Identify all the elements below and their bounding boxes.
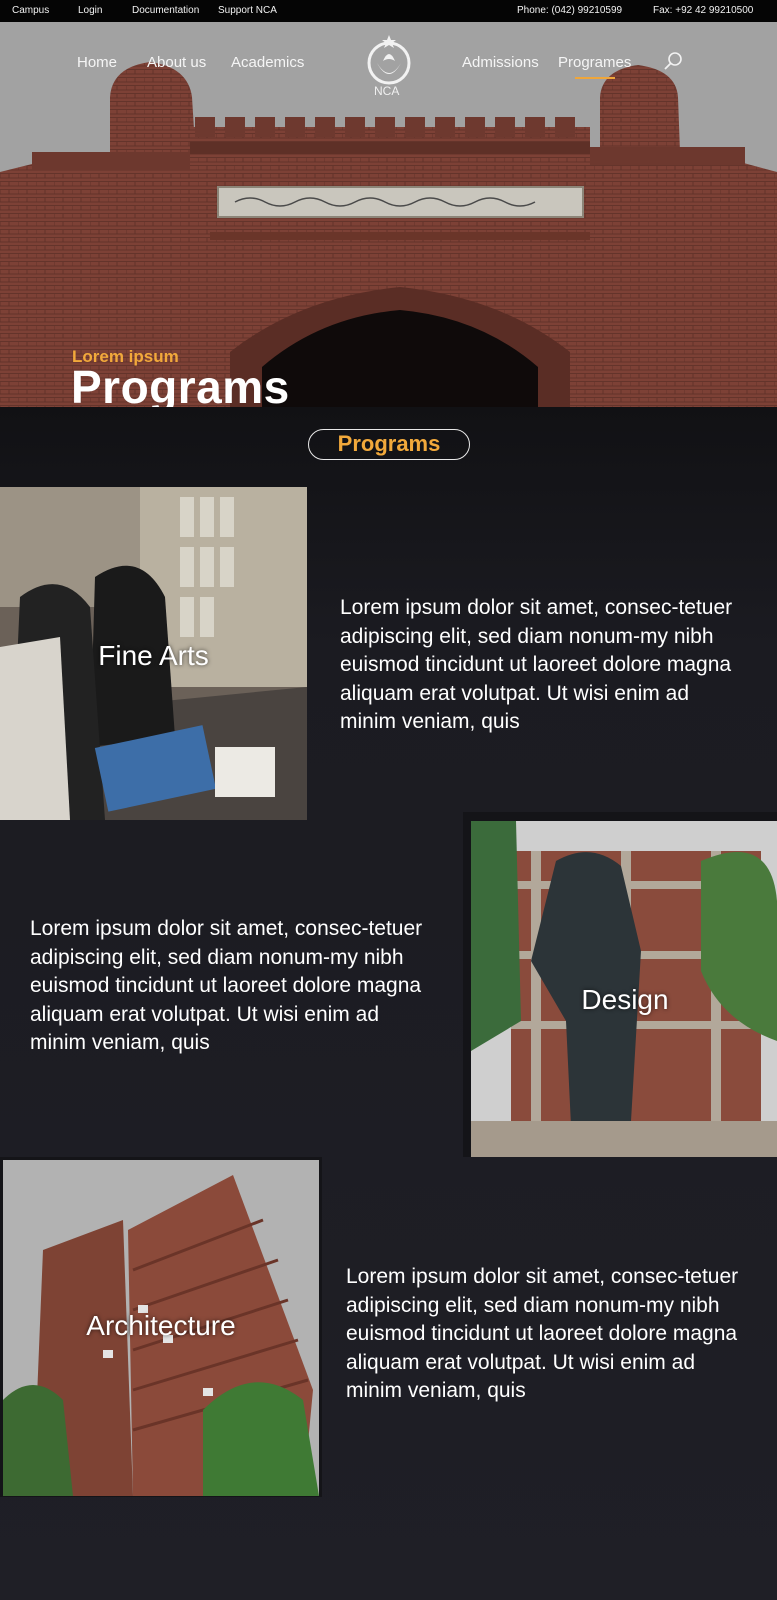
fine-arts-label: Fine Arts [98, 640, 209, 671]
program-card-design[interactable]: Design [463, 812, 777, 1157]
search-icon[interactable] [662, 50, 684, 72]
architecture-description: Lorem ipsum dolor sit amet, consec-tetue… [346, 1265, 739, 1402]
programs-heading-pill: Programs [308, 429, 470, 460]
logo-text: NCA [374, 84, 400, 98]
documentation-link[interactable]: Documentation [132, 5, 199, 16]
nav-about-us[interactable]: About us [147, 54, 206, 71]
nav-admissions[interactable]: Admissions [462, 54, 539, 71]
hero-banner: Home About us Academics Admissions Progr… [0, 22, 777, 407]
top-utility-bar: Campus Login Documentation Support NCA P… [0, 0, 777, 22]
fine-arts-description: Lorem ipsum dolor sit amet, consec-tetue… [340, 596, 733, 733]
design-description: Lorem ipsum dolor sit amet, consec-tetue… [30, 917, 423, 1054]
nav-programes[interactable]: Programes [558, 54, 631, 71]
architecture-label: Architecture [86, 1310, 236, 1341]
program-card-fine-arts[interactable]: Fine Arts [0, 487, 307, 820]
page-title: Programs [71, 361, 290, 407]
campus-link[interactable]: Campus [12, 5, 49, 16]
design-label: Design [581, 984, 669, 1015]
active-nav-indicator [575, 77, 615, 79]
nav-home[interactable]: Home [77, 54, 117, 71]
support-link[interactable]: Support NCA [218, 5, 277, 16]
nav-academics[interactable]: Academics [231, 54, 304, 71]
fax-number: Fax: +92 42 99210500 [653, 5, 754, 16]
login-link[interactable]: Login [78, 5, 102, 16]
program-card-architecture[interactable]: Architecture [0, 1157, 322, 1497]
phone-number: Phone: (042) 99210599 [517, 5, 623, 16]
